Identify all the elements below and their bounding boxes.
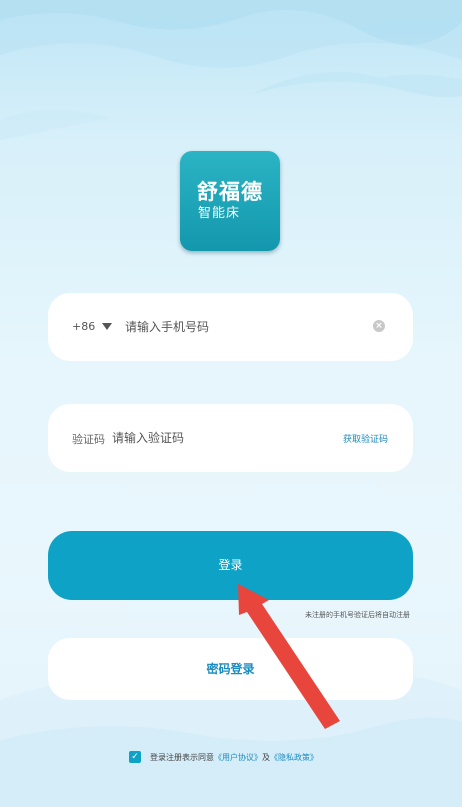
phone-field-card: +86 × [48, 293, 413, 361]
app-logo: 舒福德 智能床 [180, 151, 280, 251]
agreement-and: 及 [262, 752, 270, 762]
code-field-card: 验证码 获取验证码 [48, 404, 413, 472]
logo-product-text: 智能床 [197, 206, 240, 221]
country-code-selector[interactable]: +86 [72, 320, 95, 333]
get-code-button[interactable]: 获取验证码 [343, 432, 388, 445]
login-button[interactable]: 登录 [48, 531, 413, 600]
password-login-button[interactable]: 密码登录 [48, 638, 413, 700]
caret-down-icon[interactable] [102, 323, 112, 330]
check-icon[interactable]: ✓ [129, 751, 141, 763]
auto-register-note: 未注册的手机号验证后将自动注册 [305, 611, 410, 619]
code-input[interactable] [112, 428, 312, 448]
privacy-policy-link[interactable]: 《隐私政策》 [270, 752, 318, 763]
phone-input[interactable] [125, 317, 355, 337]
clear-icon[interactable]: × [373, 320, 385, 332]
code-label: 验证码 [72, 433, 105, 446]
agreement-prefix: 登录注册表示同意 [150, 752, 214, 762]
user-agreement-link[interactable]: 《用户协议》 [214, 752, 262, 763]
logo-brand-text: 舒福德 [197, 180, 263, 204]
agreement-row: ✓ 登录注册表示同意 《用户协议》 及 《隐私政策》 [129, 751, 318, 763]
